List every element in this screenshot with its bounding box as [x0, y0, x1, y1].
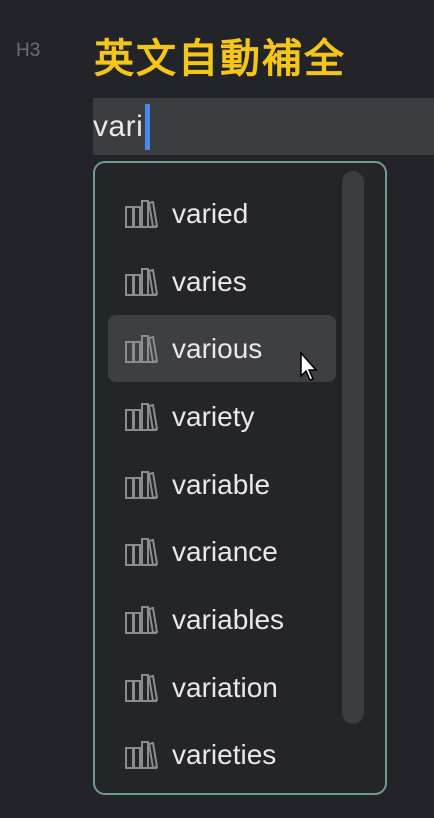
library-books-icon [124, 470, 158, 500]
page-heading: 英文自動補全 [94, 36, 346, 82]
library-books-icon [124, 605, 158, 635]
suggestion-label: variation [172, 671, 278, 703]
suggestion-label: variable [172, 468, 271, 500]
active-editor-line[interactable]: vari [93, 98, 434, 155]
mouse-pointer-icon [300, 351, 320, 382]
suggestion-label: variety [172, 400, 255, 432]
popup-scrollbar[interactable] [342, 171, 364, 724]
library-books-icon [124, 537, 158, 567]
suggestion-item[interactable]: variety [108, 383, 336, 450]
suggestion-label: variables [172, 603, 285, 635]
library-books-icon [124, 199, 158, 229]
suggestion-item[interactable]: variables [108, 586, 336, 653]
suggestion-item[interactable]: variance [108, 518, 336, 585]
suggestion-label: variance [172, 535, 278, 567]
suggestion-label: varies [172, 265, 247, 297]
suggestion-item[interactable]: varieties [108, 721, 336, 788]
autocomplete-popup: varied varies various variety variable v… [93, 161, 387, 795]
library-books-icon [124, 740, 158, 770]
library-books-icon [124, 267, 158, 297]
heading-level-indicator: H3 [16, 40, 41, 61]
library-books-icon [124, 402, 158, 432]
suggestion-label: varied [172, 197, 249, 229]
suggestion-item[interactable]: variable [108, 451, 336, 518]
suggestion-item[interactable]: varied [108, 180, 336, 247]
suggestion-label: various [172, 332, 263, 364]
suggestion-item[interactable]: variation [108, 654, 336, 721]
library-books-icon [124, 673, 158, 703]
library-books-icon [124, 334, 158, 364]
typed-text[interactable]: vari [93, 110, 143, 144]
suggestion-label: varieties [172, 738, 277, 770]
text-caret [145, 103, 151, 150]
suggestion-item[interactable]: varies [108, 248, 336, 315]
